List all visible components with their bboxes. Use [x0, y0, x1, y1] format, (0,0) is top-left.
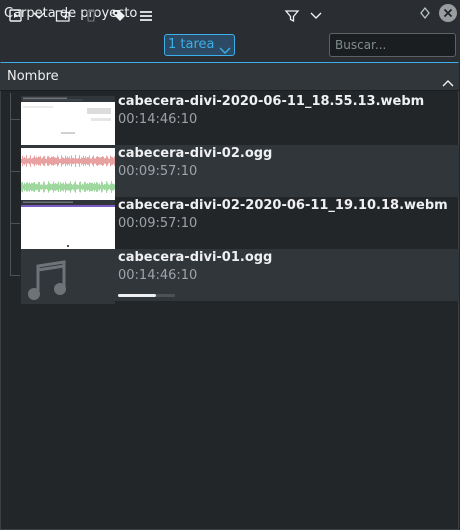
tasks-button[interactable]: 1 tarea: [164, 34, 235, 56]
proxy-progress-bar: [118, 294, 175, 297]
float-pin-icon[interactable]: [418, 5, 432, 21]
list-item[interactable]: cabecera-divi-01.ogg 00:14:46:10: [21, 249, 459, 304]
video-thumbnail: [21, 96, 115, 148]
tree-branch-line: [10, 275, 20, 276]
view-mode-button[interactable]: [138, 5, 154, 27]
add-clip-button[interactable]: [8, 5, 24, 27]
column-header-name[interactable]: Nombre: [0, 63, 459, 91]
clip-name: cabecera-divi-01.ogg: [118, 250, 273, 265]
list-item[interactable]: cabecera-divi-02.ogg 00:09:57:10: [21, 145, 459, 200]
filter-icon: [284, 10, 300, 23]
clip-name: cabecera-divi-2020-06-11_18.55.13.webm: [118, 94, 425, 109]
filter-menu-button[interactable]: [309, 5, 323, 27]
add-clip-menu-button[interactable]: [32, 5, 46, 27]
add-folder-icon: [55, 10, 70, 22]
clip-duration: 00:09:57:10: [118, 216, 198, 231]
list-view-icon: [140, 11, 152, 21]
chevron-down-icon: [219, 41, 231, 60]
tree-branch-line: [10, 223, 20, 224]
clip-duration: 00:14:46:10: [118, 268, 198, 283]
delete-button[interactable]: [84, 5, 98, 27]
tree-branch-line: [10, 119, 20, 120]
tag-button[interactable]: [111, 5, 127, 27]
trash-icon: [86, 9, 96, 22]
tasks-label: 1 tarea: [168, 37, 215, 52]
proxy-progress-fill: [118, 294, 156, 297]
close-button[interactable]: [439, 4, 457, 22]
tree-branch-line: [10, 93, 11, 276]
chevron-down-icon: [310, 12, 322, 19]
clip-name: cabecera-divi-02.ogg: [118, 146, 273, 161]
chevron-down-icon: [33, 12, 45, 19]
tag-icon: [113, 10, 125, 21]
clip-name: cabecera-divi-02-2020-06-11_19.10.18.web…: [118, 198, 448, 213]
list-item[interactable]: cabecera-divi-02-2020-06-11_19.10.18.web…: [21, 197, 459, 252]
add-clip-icon: [9, 9, 22, 22]
sort-ascending-icon: [442, 72, 454, 91]
audio-waveform-thumbnail: [21, 148, 115, 200]
column-header-label: Nombre: [7, 69, 59, 84]
tree-branch-line: [10, 171, 20, 172]
list-item[interactable]: cabecera-divi-2020-06-11_18.55.13.webm 0…: [21, 93, 459, 148]
clip-duration: 00:14:46:10: [118, 112, 198, 127]
close-icon: [443, 8, 453, 18]
video-thumbnail: [21, 200, 115, 252]
search-input[interactable]: [329, 33, 456, 57]
filter-button[interactable]: [284, 5, 300, 27]
music-note-icon: [21, 252, 115, 304]
add-folder-button[interactable]: [55, 5, 71, 27]
clip-duration: 00:09:57:10: [118, 164, 198, 179]
